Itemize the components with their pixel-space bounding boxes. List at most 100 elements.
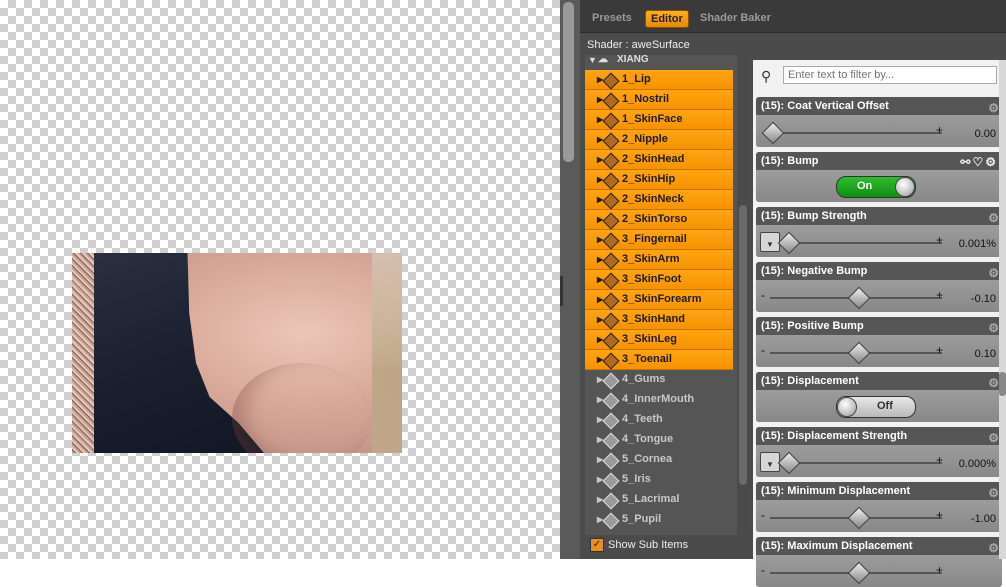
tree-item[interactable]: ▶ 5_Iris (585, 470, 733, 490)
tree-item[interactable]: ▶ 4_Teeth (585, 410, 733, 430)
property-value[interactable]: 0.000% (959, 458, 996, 470)
tree-item[interactable]: ▶ 2_SkinNeck (585, 190, 733, 210)
tree-item-label: 3_SkinHand (622, 313, 685, 325)
tree-item[interactable]: ▶ 3_SkinArm (585, 250, 733, 270)
property-value[interactable]: -1.00 (971, 513, 996, 525)
property-scrollbar-thumb[interactable] (999, 372, 1006, 396)
tree-item[interactable]: ▶ 2_SkinHead (585, 150, 733, 170)
property-control[interactable]: - + (756, 555, 1002, 587)
tree-root[interactable]: ▼ ☁ XIANG (585, 55, 737, 69)
filter-input[interactable] (783, 66, 997, 84)
slider-knob[interactable] (847, 506, 871, 530)
increment-icon[interactable]: + (936, 563, 943, 577)
slider-knob[interactable] (847, 286, 871, 310)
slider-track[interactable] (770, 132, 942, 134)
slider-knob[interactable] (847, 341, 871, 365)
link-icon[interactable]: ⚯ (960, 155, 972, 169)
tree-item[interactable]: ▶ 5_Pupil (585, 510, 733, 530)
tree-item[interactable]: ▶ 1_Lip (585, 70, 733, 90)
tree-item[interactable]: ▶ 1_Nostril (585, 90, 733, 110)
property-value[interactable]: 0.001% (959, 238, 996, 250)
property-value[interactable]: -0.10 (971, 293, 996, 305)
toggle-knob[interactable] (895, 177, 915, 197)
material-icon (602, 172, 620, 190)
slider-knob[interactable] (777, 451, 801, 475)
property-value[interactable]: 0.00 (975, 128, 996, 140)
expand-arrow-icon[interactable]: ▼ (588, 55, 597, 65)
slider-knob[interactable] (777, 231, 801, 255)
material-icon (602, 412, 620, 430)
material-icon (602, 332, 620, 350)
tree-item[interactable]: ▶ 2_SkinHip (585, 170, 733, 190)
tree-item-label: 5_Pupil (622, 513, 662, 525)
decrement-icon[interactable]: - (761, 288, 765, 302)
tree-item-label: 3_Toenail (622, 353, 672, 365)
increment-icon[interactable]: + (936, 123, 943, 137)
property-title: (15): Minimum Displacement ⚙ (756, 482, 1002, 500)
tree-item[interactable]: ▶ 3_SkinForearm (585, 290, 733, 310)
property-control[interactable]: ▼ +0.000% (756, 445, 1002, 477)
toggle-switch[interactable]: On (836, 176, 916, 198)
material-icon (602, 472, 620, 490)
tree-item[interactable]: ▶ 5_Lacrimal (585, 490, 733, 510)
property-control[interactable]: - + -0.10 (756, 280, 1002, 312)
increment-icon[interactable]: + (936, 453, 943, 467)
decrement-icon[interactable]: - (761, 563, 765, 577)
material-icon (602, 272, 620, 290)
favorite-icon[interactable]: ♡ (972, 155, 985, 169)
tree-item[interactable]: ▶ 4_InnerMouth (585, 390, 733, 410)
tree-item[interactable]: ▶ 3_SkinHand (585, 310, 733, 330)
property-list: ⚲ (15): Coat Vertical Offset⚙+0.00(15): … (753, 60, 1006, 587)
checkbox-checked-icon[interactable]: ✓ (590, 538, 604, 552)
property-control[interactable]: On (756, 170, 1002, 202)
property-control[interactable]: +0.00 (756, 115, 1002, 147)
render-background (372, 253, 402, 453)
gear-icon[interactable]: ⚙ (985, 155, 998, 169)
slider-knob[interactable] (847, 561, 871, 585)
slider-knob[interactable] (761, 121, 785, 145)
decrement-icon[interactable]: - (761, 508, 765, 522)
tree-item[interactable]: ▶ 3_SkinFoot (585, 270, 733, 290)
property-control[interactable]: ▼ +0.001% (756, 225, 1002, 257)
tree-scrollbar-thumb[interactable] (739, 205, 747, 485)
decrement-icon[interactable]: - (761, 343, 765, 357)
tree-item-label: 3_SkinFoot (622, 273, 682, 285)
slider-track[interactable] (786, 242, 942, 244)
property-title: (15): Bump ⚯♡⚙ (756, 152, 1002, 170)
tree-item[interactable]: ▶ 1_SkinFace (585, 110, 733, 130)
increment-icon[interactable]: + (936, 288, 943, 302)
property-control[interactable]: - + -1.00 (756, 500, 1002, 532)
tab-editor[interactable]: Editor (645, 10, 689, 28)
increment-icon[interactable]: + (936, 233, 943, 247)
toggle-knob[interactable] (837, 397, 857, 417)
tree-item[interactable]: ▶ 4_Gums (585, 370, 733, 390)
show-sub-items-toggle[interactable]: ✓ Show Sub Items (590, 538, 688, 552)
tree-item[interactable]: ▶ 5_Cornea (585, 450, 733, 470)
increment-icon[interactable]: + (936, 508, 943, 522)
property-control[interactable]: Off (756, 390, 1002, 422)
tree-item[interactable]: ▶ 3_Fingernail (585, 230, 733, 250)
tree-item[interactable]: ▶ 2_Nipple (585, 130, 733, 150)
property-scrollbar[interactable] (999, 60, 1006, 559)
tree-item[interactable]: ▶ 2_SkinTorso (585, 210, 733, 230)
tree-item[interactable]: ▶ 4_Tongue (585, 430, 733, 450)
toggle-switch[interactable]: Off (836, 396, 916, 418)
property-title: (15): Maximum Displacement ⚙ (756, 537, 1002, 555)
tree-scrollbar[interactable] (737, 55, 749, 535)
slider-track[interactable] (786, 462, 942, 464)
search-icon[interactable]: ⚲ (761, 68, 775, 84)
increment-icon[interactable]: + (936, 343, 943, 357)
viewport[interactable] (0, 0, 560, 559)
property-value[interactable]: 0.10 (975, 348, 996, 360)
viewport-scrollbar-thumb[interactable] (563, 2, 574, 162)
property-title: (15): Displacement Strength ⚙ (756, 427, 1002, 445)
tree-item-label: 2_Nipple (622, 133, 668, 145)
property-control[interactable]: - +0.10 (756, 335, 1002, 367)
tree-item-label: 1_Lip (622, 73, 651, 85)
tree-item[interactable]: ▶ 3_SkinLeg (585, 330, 733, 350)
viewport-scrollbar[interactable] (560, 0, 580, 559)
tree-item[interactable]: ▶ 3_Toenail (585, 350, 733, 370)
tab-shader-baker[interactable]: Shader Baker (700, 9, 771, 27)
panel-resize-grip[interactable] (560, 276, 563, 306)
tab-presets[interactable]: Presets (592, 9, 632, 27)
